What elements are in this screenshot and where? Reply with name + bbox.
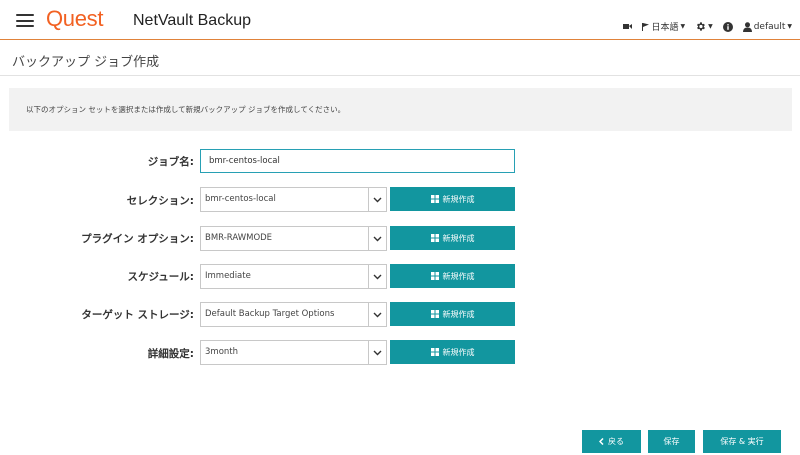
target-storage-value: Default Backup Target Options [205,309,335,319]
new-button-label: 新規作成 [442,233,475,243]
advanced-options-select[interactable]: 3month [200,340,387,365]
header-toolbar: 日本語 ▼ ▼ default ▼ [623,20,792,33]
select-divider [368,341,369,364]
chevron-down-icon [373,236,382,242]
chevron-down-icon [373,350,382,356]
info-text: 以下のオプション セットを選択または作成して新規バックアップ ジョブを作成してく… [26,105,346,114]
target-storage-label: ターゲット ストレージ: [81,309,194,321]
back-button-label: 戻る [608,437,624,446]
job-name-input[interactable]: bmr-centos-local [200,149,515,173]
new-button-label: 新規作成 [442,309,475,319]
info-icon [722,21,733,32]
advanced-options-value: 3month [205,347,238,357]
chevron-down-icon: ▼ [708,23,713,30]
language-label: 日本語 [651,23,679,33]
save-button[interactable]: 保存 [648,430,695,453]
grid-icon [430,272,439,280]
info-button[interactable] [722,21,733,32]
select-divider [368,303,369,326]
user-menu[interactable]: default ▼ [742,21,792,32]
hamburger-menu-icon[interactable] [16,14,34,27]
new-button-label: 新規作成 [442,347,475,357]
target-storage-select[interactable]: Default Backup Target Options [200,302,387,327]
save-and-run-button[interactable]: 保存 & 実行 [703,430,781,453]
user-name: default [753,21,786,32]
top-header: Quest NetVault Backup 日本語 ▼ ▼ default ▼ [0,0,800,40]
flag-icon [642,22,650,31]
info-panel: 以下のオプション セットを選択または作成して新規バックアップ ジョブを作成してく… [9,88,792,131]
selection-new-button[interactable]: 新規作成 [390,187,515,211]
page-title: バックアップ ジョブ作成 [12,55,160,70]
chevron-down-icon: ▼ [680,23,686,30]
title-divider [0,75,800,76]
selection-label: セレクション: [126,195,194,207]
chevron-down-icon [373,274,382,280]
select-divider [368,227,369,250]
plugin-options-select[interactable]: BMR-RAWMODE [200,226,387,251]
settings-menu[interactable]: ▼ [695,21,713,32]
app-title: NetVault Backup [133,12,251,29]
new-button-label: 新規作成 [442,271,475,281]
camera-icon [623,24,633,29]
quest-logo: Quest [46,6,104,31]
advanced-options-label: 詳細設定: [147,348,194,360]
schedule-new-button[interactable]: 新規作成 [390,264,515,288]
select-divider [368,188,369,211]
gear-icon [697,22,705,31]
select-divider [368,265,369,288]
grid-icon [430,234,439,242]
chevron-down-icon: ▼ [787,23,792,30]
selection-value: bmr-centos-local [205,194,276,204]
plugin-options-new-button[interactable]: 新規作成 [390,226,515,250]
save-button-label: 保存 [663,437,680,446]
selection-select[interactable]: bmr-centos-local [200,187,387,212]
user-icon [742,21,752,32]
schedule-label: スケジュール: [127,271,194,283]
save-and-run-button-label: 保存 & 実行 [720,437,764,446]
plugin-options-value: BMR-RAWMODE [205,233,273,243]
new-button-label: 新規作成 [442,194,475,204]
plugin-options-label: プラグイン オプション: [81,233,194,245]
job-name-label: ジョブ名: [147,156,194,168]
back-button[interactable]: 戻る [582,430,641,453]
language-selector[interactable]: 日本語 ▼ [642,20,685,33]
target-storage-new-button[interactable]: 新規作成 [390,302,515,326]
schedule-select[interactable]: Immediate [200,264,387,289]
advanced-options-new-button[interactable]: 新規作成 [390,340,515,364]
camera-button[interactable] [623,23,633,30]
grid-icon [430,310,439,318]
chevron-down-icon [373,312,382,318]
grid-icon [430,348,439,356]
chevron-down-icon [373,197,382,203]
schedule-value: Immediate [205,271,251,281]
chevron-left-icon [599,438,604,445]
grid-icon [430,195,439,203]
